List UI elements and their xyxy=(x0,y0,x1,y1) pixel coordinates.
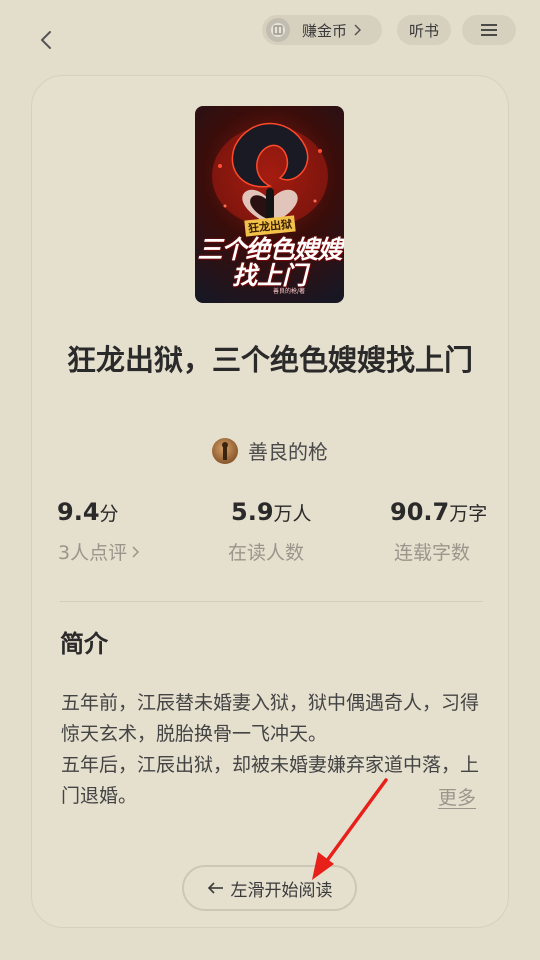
intro-text[interactable]: 五年前，江辰替未婚妻入狱，狱中偶遇奇人，习得惊天玄术，脱胎换骨一飞冲天。 五年后… xyxy=(61,688,485,812)
word-count-stat: 90.7万字 连载字数 xyxy=(390,498,488,564)
intro-paragraph-2: 五年后，江辰出狱，却被未婚妻嫌弃家道中落，上门退婚。 xyxy=(61,754,480,807)
listen-label: 听书 xyxy=(408,21,439,40)
divider xyxy=(60,601,483,602)
word-count-value: 90.7 xyxy=(390,498,450,526)
author-name: 善良的枪 xyxy=(248,440,328,464)
word-count-unit: 万字 xyxy=(449,503,488,525)
listen-button[interactable]: 听书 xyxy=(397,15,451,45)
readers-label: 在读人数 xyxy=(228,542,305,564)
coin-icon xyxy=(266,18,290,42)
back-button[interactable] xyxy=(28,22,64,58)
chevron-left-icon xyxy=(41,31,51,49)
readers-unit: 万人 xyxy=(273,503,312,525)
readers-stat: 5.9万人 在读人数 xyxy=(228,498,312,564)
more-link[interactable]: 更多 xyxy=(438,783,476,810)
arrow-left-icon xyxy=(207,881,225,895)
cover-title-line2: 找上门 xyxy=(231,261,307,290)
chevron-right-icon xyxy=(132,545,140,558)
start-reading-button[interactable]: 左滑开始阅读 xyxy=(182,865,357,911)
book-cover[interactable]: 狂龙出狱 三个绝色嫂嫂 找上门 善良的枪/著 xyxy=(195,106,344,303)
menu-icon xyxy=(481,24,497,36)
rating-value: 9.4 xyxy=(57,498,100,526)
rating-stat[interactable]: 9.4分 3人点评 xyxy=(57,498,140,564)
rating-label-row: 3人点评 xyxy=(58,538,140,565)
menu-button[interactable] xyxy=(462,15,516,45)
start-reading-label: 左滑开始阅读 xyxy=(230,880,333,901)
rating-label: 3人点评 xyxy=(58,542,128,564)
book-title: 狂龙出狱，三个绝色嫂嫂找上门 xyxy=(66,343,473,377)
rating-unit: 分 xyxy=(99,503,119,525)
book-detail-page: 赚金币 听书 狂龙出狱 三个绝色嫂嫂 找上门 善良的枪/著 狂龙出狱，三个绝色嫂… xyxy=(0,0,540,960)
intro-paragraph-1: 五年前，江辰替未婚妻入狱，狱中偶遇奇人，习得惊天玄术，脱胎换骨一飞冲天。 xyxy=(61,692,480,745)
earn-coins-label: 赚金币 xyxy=(302,21,348,40)
chevron-right-icon xyxy=(353,24,362,36)
readers-value: 5.9 xyxy=(231,498,274,526)
intro-heading: 简介 xyxy=(60,630,108,658)
cover-author: 善良的枪/著 xyxy=(273,288,306,295)
earn-coins-button[interactable]: 赚金币 xyxy=(262,15,382,45)
word-count-label: 连载字数 xyxy=(394,542,471,564)
author-avatar xyxy=(212,437,238,464)
author-row[interactable]: 善良的枪 xyxy=(0,436,540,465)
